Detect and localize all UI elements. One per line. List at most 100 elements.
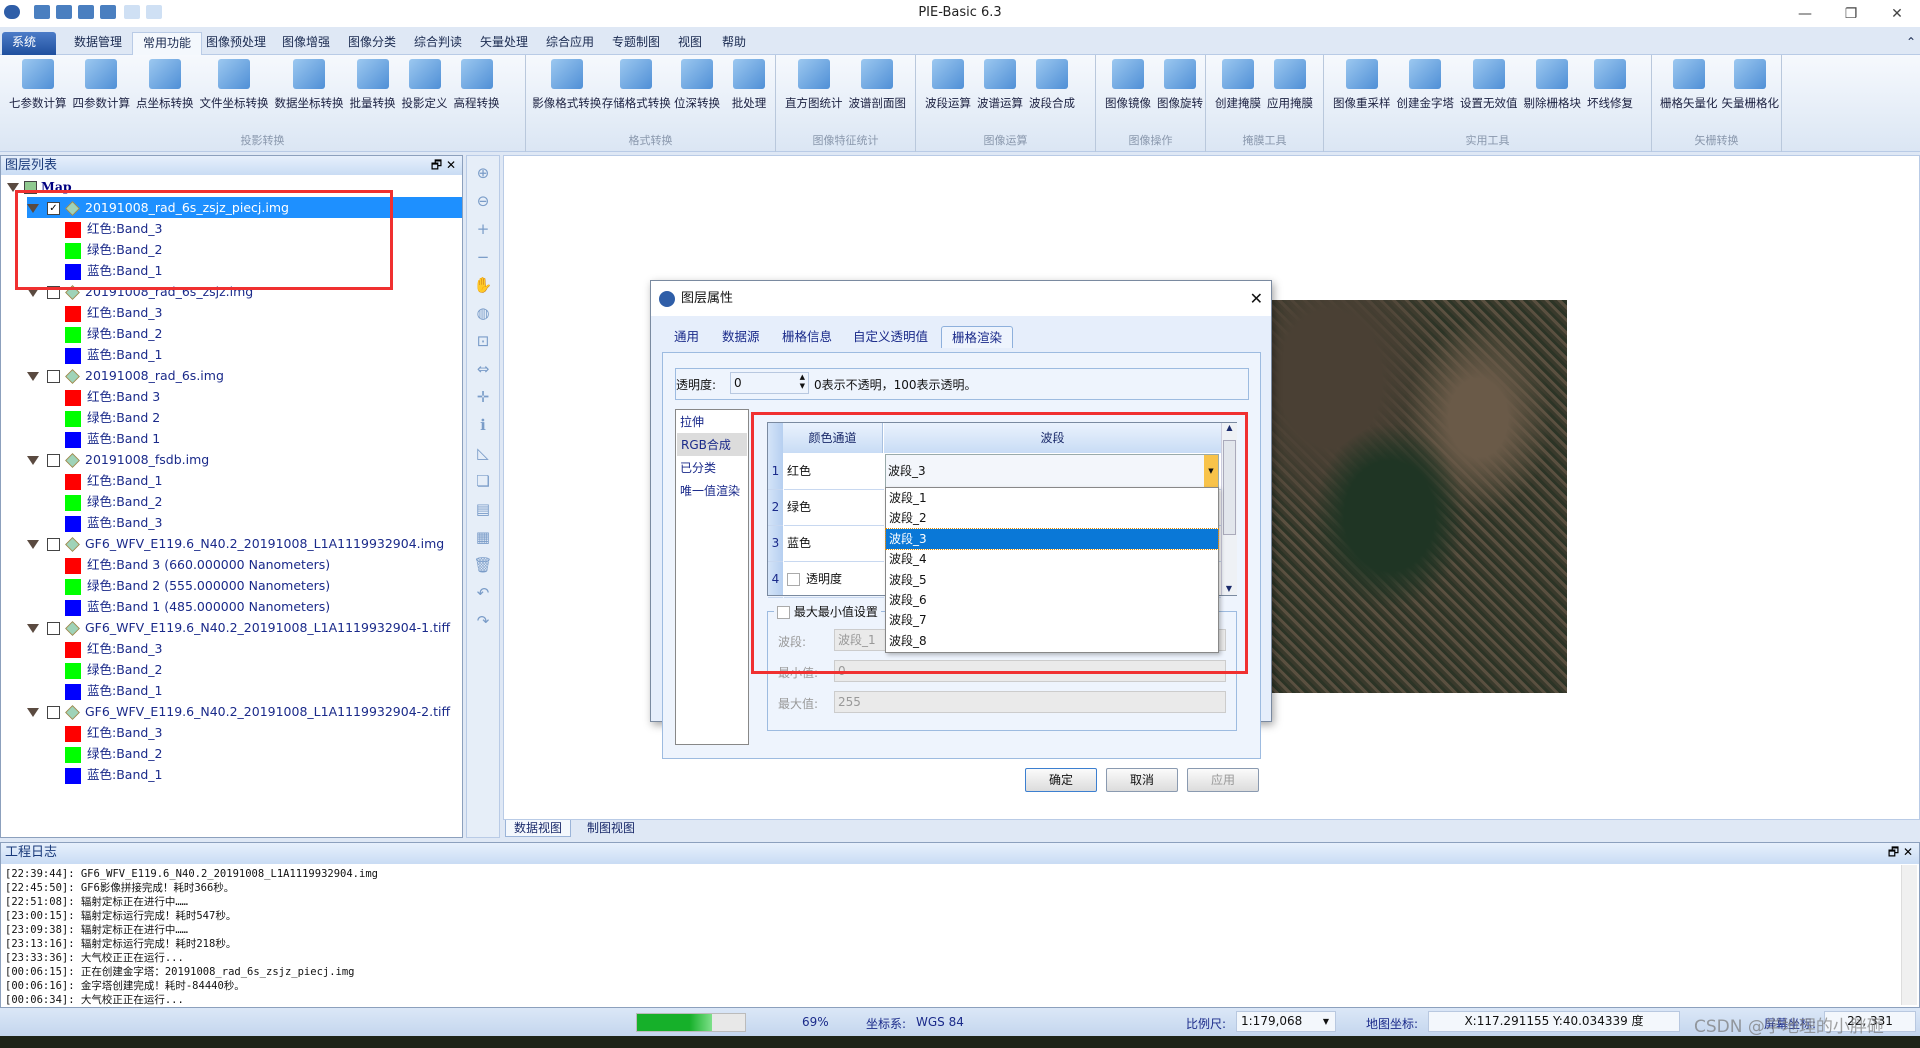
layer-visibility-checkbox[interactable]: [47, 622, 60, 635]
ribbon-button[interactable]: 投影定义: [399, 55, 451, 111]
ribbon-button[interactable]: 创建金字塔: [1394, 55, 1458, 111]
band-row[interactable]: 蓝色:Band_3: [65, 512, 163, 533]
ribbon-button[interactable]: 位深转换: [671, 55, 723, 111]
band-row[interactable]: 蓝色:Band 1 (485.000000 Nanometers): [65, 596, 330, 617]
layer-row[interactable]: GF6_WFV_E119.6_N40.2_20191008_L1A1119932…: [27, 617, 450, 638]
tab-common-functions[interactable]: 常用功能: [132, 32, 203, 55]
log-scrollbar[interactable]: [1901, 865, 1917, 1005]
ribbon-button[interactable]: 高程转换: [451, 55, 503, 111]
ribbon-button[interactable]: 矢量栅格化: [1720, 55, 1782, 111]
ribbon-button[interactable]: 数据坐标转换: [272, 55, 347, 111]
ribbon-button[interactable]: 四参数计算: [70, 55, 134, 111]
zoom-box-in-icon[interactable]: ⊕: [472, 162, 494, 184]
minmax-max-field[interactable]: 255: [834, 691, 1226, 713]
tab-thematic-map[interactable]: 专题制图: [602, 32, 670, 55]
tab-general[interactable]: 通用: [664, 326, 709, 348]
tab-raster-render[interactable]: 栅格渲染: [941, 326, 1014, 348]
apply-button[interactable]: 应用: [1187, 768, 1259, 792]
ribbon-button[interactable]: 波段运算: [922, 55, 974, 111]
tab-interpretation[interactable]: 综合判读: [404, 32, 472, 55]
dialog-close-button[interactable]: ✕: [1250, 281, 1263, 316]
ribbon-collapse-icon[interactable]: ⌃: [1896, 32, 1920, 55]
band-row[interactable]: 红色:Band_3: [65, 638, 163, 659]
ribbon-button[interactable]: 图像旋转: [1154, 55, 1206, 111]
ribbon-button[interactable]: 波谱运算: [974, 55, 1026, 111]
actual-size-icon[interactable]: ⊡: [472, 330, 494, 352]
band-row[interactable]: 绿色:Band_2: [65, 659, 163, 680]
tab-data-source[interactable]: 数据源: [712, 326, 770, 348]
band-row[interactable]: 红色:Band_3: [65, 302, 163, 323]
ribbon-button[interactable]: 设置无效值: [1457, 55, 1521, 111]
ribbon-button[interactable]: 文件坐标转换: [197, 55, 272, 111]
cancel-button[interactable]: 取消: [1106, 768, 1178, 792]
ribbon-button[interactable]: 直方图统计: [782, 55, 846, 111]
band-row[interactable]: 红色:Band 3: [65, 386, 160, 407]
band-row[interactable]: 红色:Band_1: [65, 470, 163, 491]
layer-visibility-checkbox[interactable]: [47, 454, 60, 467]
transparency-spinner[interactable]: 0 ▲ ▼: [730, 372, 809, 394]
ribbon-button[interactable]: 图像镜像: [1102, 55, 1154, 111]
layer-row[interactable]: GF6_WFV_E119.6_N40.2_20191008_L1A1119932…: [27, 701, 450, 722]
tab-vector[interactable]: 矢量处理: [470, 32, 538, 55]
expand-arrow-icon[interactable]: [27, 540, 39, 549]
layer-visibility-checkbox[interactable]: [47, 538, 60, 551]
ribbon-button[interactable]: 波谱剖面图: [846, 55, 910, 111]
minimize-button[interactable]: —: [1782, 2, 1828, 26]
tab-preprocessing[interactable]: 图像预处理: [196, 32, 276, 55]
ribbon-button[interactable]: 创建掩膜: [1212, 55, 1264, 111]
render-mode-unique[interactable]: 唯一值渲染: [676, 479, 748, 502]
layer-row[interactable]: 20191008_fsdb.img: [27, 449, 209, 470]
zoom-out-icon[interactable]: −: [472, 246, 494, 268]
tab-view[interactable]: 视图: [668, 32, 712, 55]
band-row[interactable]: 红色:Band_3: [65, 722, 163, 743]
tab-system[interactable]: 系统: [2, 32, 56, 55]
tab-application[interactable]: 综合应用: [536, 32, 604, 55]
ribbon-button[interactable]: 波段合成: [1026, 55, 1078, 111]
band-row[interactable]: 红色:Band 3 (660.000000 Nanometers): [65, 554, 330, 575]
tab-help[interactable]: 帮助: [712, 32, 756, 55]
tab-data-management[interactable]: 数据管理: [64, 32, 132, 55]
pan-hand-icon[interactable]: ✋: [472, 274, 494, 296]
tab-custom-transparency[interactable]: 自定义透明值: [843, 326, 938, 348]
expand-arrow-icon[interactable]: [27, 708, 39, 717]
band-row[interactable]: 绿色:Band_2: [65, 323, 163, 344]
identify-icon[interactable]: ℹ: [472, 414, 494, 436]
ribbon-button[interactable]: 批量转换: [347, 55, 399, 111]
full-extent-icon[interactable]: ◍: [472, 302, 494, 324]
redo-icon[interactable]: ↷: [472, 610, 494, 632]
band-row[interactable]: 绿色:Band_2: [65, 491, 163, 512]
layer-row[interactable]: GF6_WFV_E119.6_N40.2_20191008_L1A1119932…: [27, 533, 444, 554]
restore-button[interactable]: ❐: [1828, 2, 1874, 26]
undo-icon[interactable]: ↶: [472, 582, 494, 604]
paste-icon[interactable]: ▦: [472, 526, 494, 548]
tab-layout-view[interactable]: 制图视图: [579, 820, 643, 837]
render-mode-classified[interactable]: 已分类: [676, 456, 748, 479]
crosshair-icon[interactable]: ✛: [472, 386, 494, 408]
band-row[interactable]: 蓝色:Band 1: [65, 428, 160, 449]
ribbon-button[interactable]: 应用掩膜: [1264, 55, 1316, 111]
scale-dropdown[interactable]: 1:179,068 ▼: [1236, 1011, 1336, 1032]
band-row[interactable]: 蓝色:Band_1: [65, 680, 163, 701]
ribbon-button[interactable]: 存储格式转换: [602, 55, 672, 111]
expand-arrow-icon[interactable]: [27, 456, 39, 465]
layer-row[interactable]: 20191008_rad_6s.img: [27, 365, 224, 386]
delete-icon[interactable]: 🗑: [472, 554, 494, 576]
band-row[interactable]: 绿色:Band 2 (555.000000 Nanometers): [65, 575, 330, 596]
expand-arrow-icon[interactable]: [27, 372, 39, 381]
ribbon-button[interactable]: 图像重采样: [1330, 55, 1394, 111]
zoom-in-icon[interactable]: +: [472, 218, 494, 240]
panel-controls[interactable]: 🗗 ✕: [1888, 843, 1913, 862]
band-row[interactable]: 蓝色:Band_1: [65, 764, 163, 785]
band-row[interactable]: 绿色:Band_2: [65, 743, 163, 764]
ribbon-button[interactable]: 栅格矢量化: [1658, 55, 1720, 111]
document-icon[interactable]: ▤: [472, 498, 494, 520]
ribbon-button[interactable]: 点坐标转换: [133, 55, 197, 111]
zoom-box-out-icon[interactable]: ⊖: [472, 190, 494, 212]
copy-icon[interactable]: ❏: [472, 470, 494, 492]
ribbon-button[interactable]: 坏线修复: [1584, 55, 1636, 111]
measure-icon[interactable]: ◺: [472, 442, 494, 464]
tab-classification[interactable]: 图像分类: [338, 32, 406, 55]
ribbon-button[interactable]: 影像格式转换: [532, 55, 602, 111]
ribbon-button[interactable]: 剔除栅格块: [1521, 55, 1585, 111]
render-mode-rgb[interactable]: RGB合成: [677, 433, 747, 456]
